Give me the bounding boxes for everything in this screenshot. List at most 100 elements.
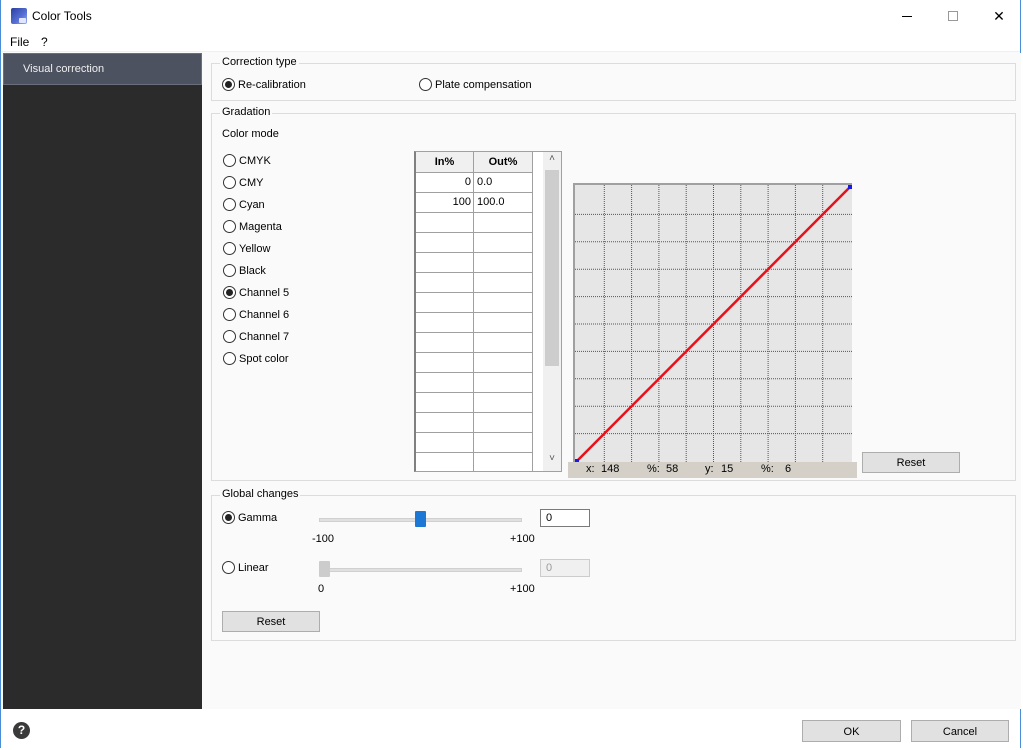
cell-out-percent[interactable] (474, 353, 533, 372)
cell-in-percent[interactable]: 0 (416, 173, 474, 192)
radio-dot (223, 154, 236, 167)
cell-out-percent[interactable]: 0.0 (474, 173, 533, 192)
table-row[interactable] (416, 273, 533, 293)
table-row[interactable] (416, 453, 533, 471)
table-row[interactable] (416, 373, 533, 393)
radio-dot (222, 561, 235, 574)
minimize-button[interactable] (884, 0, 930, 32)
radio-label: Gamma (238, 511, 278, 524)
cell-out-percent[interactable] (474, 453, 533, 471)
radio-color-mode-channel-5[interactable]: Channel 5 (223, 286, 289, 299)
column-header-in[interactable]: In% (416, 152, 474, 172)
table-row[interactable] (416, 313, 533, 333)
cell-in-percent[interactable] (416, 313, 474, 332)
cell-out-percent[interactable] (474, 253, 533, 272)
table-row[interactable] (416, 393, 533, 413)
cell-in-percent[interactable] (416, 453, 474, 471)
cancel-button[interactable]: Cancel (911, 720, 1009, 742)
coord-y-percent-value: 6 (785, 463, 792, 475)
radio-color-mode-cmy[interactable]: CMY (223, 176, 263, 189)
menu-file[interactable]: File (10, 35, 29, 49)
cell-in-percent[interactable] (416, 373, 474, 392)
coord-x-percent-label: %: (647, 463, 660, 475)
radio-color-mode-channel-6[interactable]: Channel 6 (223, 308, 289, 321)
cell-out-percent[interactable] (474, 373, 533, 392)
radio-recalibration[interactable]: Re-calibration (222, 78, 306, 91)
sidebar-item-visual-correction[interactable]: Visual correction (3, 53, 202, 85)
chevron-down-icon[interactable]: ˅ (543, 453, 561, 470)
radio-gamma[interactable]: Gamma (222, 511, 277, 524)
menu-bar: File ? (1, 32, 1020, 52)
cell-out-percent[interactable] (474, 233, 533, 252)
cell-in-percent[interactable] (416, 393, 474, 412)
cell-out-percent[interactable] (474, 413, 533, 432)
radio-color-mode-channel-7[interactable]: Channel 7 (223, 330, 289, 343)
cell-out-percent[interactable] (474, 273, 533, 292)
radio-dot (223, 352, 236, 365)
cell-in-percent[interactable] (416, 413, 474, 432)
cell-in-percent[interactable] (416, 433, 474, 452)
curve-control-point[interactable] (848, 185, 852, 189)
table-row[interactable] (416, 253, 533, 273)
chevron-up-icon[interactable]: ˄ (543, 153, 561, 170)
coord-y-label: y: (705, 463, 714, 475)
table-row[interactable] (416, 413, 533, 433)
radio-color-mode-spot-color[interactable]: Spot color (223, 352, 289, 365)
radio-dot (222, 78, 235, 91)
gamma-slider-thumb[interactable] (415, 511, 426, 527)
cell-in-percent[interactable] (416, 333, 474, 352)
table-row[interactable] (416, 293, 533, 313)
radio-plate-compensation[interactable]: Plate compensation (419, 78, 532, 91)
table-row[interactable] (416, 233, 533, 253)
cell-in-percent[interactable] (416, 233, 474, 252)
cell-in-percent[interactable] (416, 273, 474, 292)
radio-linear[interactable]: Linear (222, 561, 269, 574)
table-row[interactable] (416, 333, 533, 353)
radio-color-mode-black[interactable]: Black (223, 264, 266, 277)
radio-color-mode-yellow[interactable]: Yellow (223, 242, 270, 255)
maximize-button[interactable] (930, 0, 976, 32)
cell-out-percent[interactable] (474, 333, 533, 352)
gradation-curve-chart[interactable] (573, 183, 852, 463)
linear-slider-track[interactable] (319, 568, 522, 572)
sidebar-item-label: Visual correction (23, 63, 105, 75)
cell-out-percent[interactable] (474, 213, 533, 232)
cell-out-percent[interactable] (474, 393, 533, 412)
gradation-reset-button[interactable]: Reset (862, 452, 960, 473)
radio-color-mode-cyan[interactable]: Cyan (223, 198, 265, 211)
table-row[interactable]: 100 100.0 (416, 193, 533, 213)
cell-in-percent[interactable] (416, 253, 474, 272)
table-row[interactable] (416, 353, 533, 373)
cell-in-percent[interactable] (416, 353, 474, 372)
scrollbar-thumb[interactable] (545, 170, 559, 366)
table-scrollbar[interactable]: ˄ ˅ (543, 152, 561, 471)
radio-color-mode-magenta[interactable]: Magenta (223, 220, 282, 233)
table-row[interactable] (416, 213, 533, 233)
cell-in-percent[interactable] (416, 213, 474, 232)
linear-value-input[interactable]: 0 (540, 559, 590, 577)
cell-out-percent[interactable] (474, 433, 533, 452)
radio-dot (223, 220, 236, 233)
cell-in-percent[interactable]: 100 (416, 193, 474, 212)
close-button[interactable]: ✕ (976, 0, 1022, 32)
ok-button[interactable]: OK (802, 720, 901, 742)
cell-in-percent[interactable] (416, 293, 474, 312)
table-row[interactable]: 0 0.0 (416, 173, 533, 193)
color-tools-app-icon (11, 8, 27, 24)
curve-svg[interactable] (575, 185, 852, 463)
color-mode-label: Color mode (222, 128, 279, 140)
coord-x-percent-value: 58 (666, 463, 679, 475)
cell-out-percent[interactable]: 100.0 (474, 193, 533, 212)
coord-y-value: 15 (721, 463, 734, 475)
table-row[interactable] (416, 433, 533, 453)
gamma-value-input[interactable]: 0 (540, 509, 590, 527)
radio-color-mode-cmyk[interactable]: CMYK (223, 154, 271, 167)
cell-out-percent[interactable] (474, 293, 533, 312)
menu-help[interactable]: ? (41, 35, 48, 49)
linear-slider-thumb[interactable] (319, 561, 330, 577)
coordinate-readout: x: 148 %: 58 y: 15 %: 6 (568, 462, 857, 478)
column-header-out[interactable]: Out% (474, 152, 533, 172)
help-icon[interactable]: ? (13, 722, 30, 739)
cell-out-percent[interactable] (474, 313, 533, 332)
global-reset-button[interactable]: Reset (222, 611, 320, 632)
